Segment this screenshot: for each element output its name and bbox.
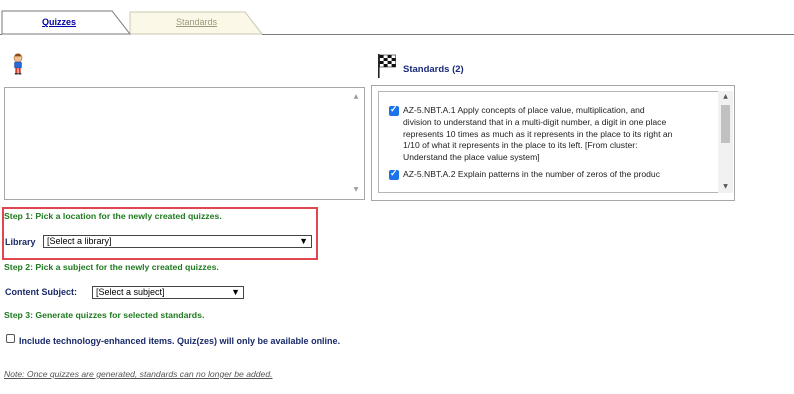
tab-quizzes[interactable]: Quizzes: [42, 17, 76, 27]
library-label: Library: [5, 237, 36, 247]
content-subject-label: Content Subject:: [5, 287, 77, 297]
step1-text: Step 1: Pick a location for the newly cr…: [4, 211, 222, 221]
standard-item: AZ-5.NBT.A.2 Explain patterns in the num…: [389, 168, 718, 181]
content-subject-select[interactable]: [Select a subject] ▼: [92, 286, 244, 299]
tab-standards[interactable]: Standards: [176, 17, 217, 27]
scroll-down-arrow-icon[interactable]: ▼: [348, 183, 364, 197]
checkered-flag-icon: [376, 53, 398, 83]
note-text: Note: Once quizzes are generated, standa…: [4, 369, 273, 379]
chevron-down-icon: ▼: [299, 236, 308, 246]
scrollbar-thumb[interactable]: [721, 105, 730, 143]
scroll-up-arrow-icon[interactable]: ▲: [348, 90, 364, 104]
tech-enhanced-label: Include technology-enhanced items. Quiz(…: [19, 336, 341, 346]
standard-checkbox[interactable]: [389, 168, 399, 180]
user-icon: [12, 53, 24, 79]
standard-checkbox[interactable]: [389, 104, 399, 116]
standard-item: AZ-5.NBT.A.1 Apply concepts of place val…: [389, 104, 718, 164]
tech-enhanced-checkbox[interactable]: [6, 334, 15, 343]
content-subject-select-value: [Select a subject]: [96, 287, 165, 297]
scroll-down-arrow-icon[interactable]: ▼: [718, 181, 733, 193]
chevron-down-icon: ▼: [231, 287, 240, 297]
standards-list-panel: AZ-5.NBT.A.1 Apply concepts of place val…: [371, 85, 735, 201]
standard-text: AZ-5.NBT.A.1 Apply concepts of place val…: [403, 105, 673, 163]
tab-shapes: [0, 10, 794, 35]
left-scrollbar[interactable]: ▲ ▼: [348, 88, 364, 199]
step3-text: Step 3: Generate quizzes for selected st…: [4, 310, 205, 320]
standards-list: AZ-5.NBT.A.1 Apply concepts of place val…: [378, 91, 719, 193]
library-select[interactable]: [Select a library] ▼: [43, 235, 312, 248]
scroll-up-arrow-icon[interactable]: ▲: [718, 91, 733, 103]
library-select-value: [Select a library]: [47, 236, 112, 246]
tab-bar: Quizzes Standards: [0, 0, 794, 36]
selection-list-box[interactable]: ▲ ▼: [4, 87, 365, 200]
standard-text: AZ-5.NBT.A.2 Explain patterns in the num…: [403, 169, 660, 179]
standards-scrollbar[interactable]: ▲ ▼: [718, 91, 733, 193]
step2-text: Step 2: Pick a subject for the newly cre…: [4, 262, 219, 272]
standards-count-title: Standards (2): [403, 64, 464, 75]
